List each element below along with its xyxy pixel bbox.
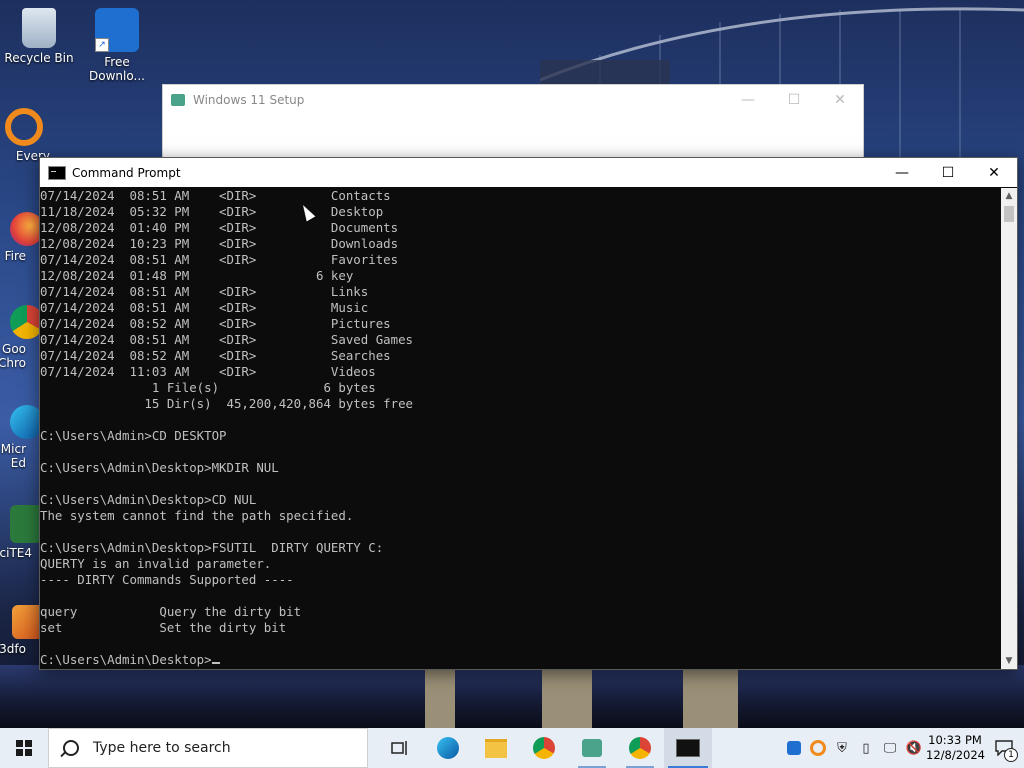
taskbar-chrome[interactable] bbox=[520, 728, 568, 768]
taskbar-command-prompt[interactable] bbox=[664, 728, 712, 768]
cmd-output-line: 07/14/2024 08:52 AM <DIR> Searches bbox=[40, 348, 391, 363]
desktop-icon-recycle-bin[interactable]: Recycle Bin bbox=[1, 8, 77, 65]
cmd-output-line: query Query the dirty bit bbox=[40, 604, 302, 619]
cmd-output-line: 12/08/2024 10:23 PM <DIR> Downloads bbox=[40, 236, 399, 251]
search-icon bbox=[63, 740, 79, 756]
tray-free-download-manager-icon[interactable] bbox=[782, 728, 806, 768]
text-cursor bbox=[211, 662, 220, 664]
scrollbar-thumb[interactable] bbox=[1004, 206, 1014, 222]
everything-search-icon bbox=[5, 108, 43, 146]
cmd-app-icon bbox=[48, 165, 66, 180]
cmd-output-line: 07/14/2024 11:03 AM <DIR> Videos bbox=[40, 364, 376, 379]
taskbar-clock[interactable]: 10:33 PM 12/8/2024 bbox=[926, 733, 985, 763]
scroll-up-arrow-icon[interactable]: ▲ bbox=[1001, 188, 1017, 204]
cmd-output-line: 07/14/2024 08:51 AM <DIR> Favorites bbox=[40, 252, 399, 267]
setup-maximize-button[interactable]: ☐ bbox=[771, 85, 817, 115]
desktop-icon-everything[interactable]: Every bbox=[0, 108, 62, 163]
cmd-vertical-scrollbar[interactable]: ▲ ▼ bbox=[1001, 188, 1017, 669]
cmd-output-line bbox=[40, 412, 1001, 428]
tray-network-icon[interactable]: 🖵 bbox=[878, 728, 902, 768]
windows-logo-icon bbox=[16, 740, 32, 756]
cmd-output-line: C:\Users\Admin\Desktop>FSUTIL DIRTY QUER… bbox=[40, 540, 384, 555]
command-prompt-window[interactable]: Command Prompt — ☐ ✕ 07/14/2024 08:51 AM… bbox=[39, 157, 1018, 670]
chrome-icon bbox=[533, 737, 555, 759]
tray-volume-muted-icon[interactable]: 🔇 bbox=[902, 728, 926, 768]
cmd-output-line: 07/14/2024 08:52 AM <DIR> Pictures bbox=[40, 316, 391, 331]
cmd-close-button[interactable]: ✕ bbox=[971, 158, 1017, 187]
cmd-title-bar[interactable]: Command Prompt — ☐ ✕ bbox=[40, 158, 1017, 187]
cmd-output-line bbox=[40, 444, 1001, 460]
start-button[interactable] bbox=[0, 728, 48, 768]
cmd-output-line: 11/18/2024 05:32 PM <DIR> Desktop bbox=[40, 204, 384, 219]
cmd-output-line: C:\Users\Admin\Desktop>MKDIR NUL bbox=[40, 460, 279, 475]
cmd-output-line: 1 File(s) 6 bytes bbox=[40, 380, 376, 395]
cmd-prompt: C:\Users\Admin\Desktop> bbox=[40, 652, 212, 667]
cmd-output-line: 07/14/2024 08:51 AM <DIR> Music bbox=[40, 300, 369, 315]
tray-security-shield-icon[interactable]: ⛨ bbox=[830, 728, 854, 768]
cmd-output-text: 07/14/2024 08:51 AM <DIR> Contacts 11/18/… bbox=[40, 188, 1001, 652]
recycle-bin-icon bbox=[22, 8, 56, 48]
cmd-output-line: ---- DIRTY Commands Supported ---- bbox=[40, 572, 294, 587]
cmd-output-line: 07/14/2024 08:51 AM <DIR> Saved Games bbox=[40, 332, 413, 347]
cmd-maximize-button[interactable]: ☐ bbox=[925, 158, 971, 187]
cmd-minimize-button[interactable]: — bbox=[879, 158, 925, 187]
setup-window-title: Windows 11 Setup bbox=[193, 93, 305, 107]
cmd-output-line: 12/08/2024 01:40 PM <DIR> Documents bbox=[40, 220, 399, 235]
cmd-output-line bbox=[40, 636, 1001, 652]
cmd-prompt-line[interactable]: C:\Users\Admin\Desktop> bbox=[40, 652, 1001, 668]
cmd-output-line bbox=[40, 524, 1001, 540]
cmd-window-title: Command Prompt bbox=[72, 165, 181, 180]
task-view-icon bbox=[391, 741, 407, 755]
cmd-output-line: set Set the dirty bit bbox=[40, 620, 287, 635]
cmd-output-line: The system cannot find the path specifie… bbox=[40, 508, 354, 523]
shortcut-arrow-icon: ↗ bbox=[95, 38, 109, 52]
taskbar-edge[interactable] bbox=[424, 728, 472, 768]
cmd-output-line: 15 Dir(s) 45,200,420,864 bytes free bbox=[40, 396, 413, 411]
setup-close-button[interactable]: ✕ bbox=[817, 85, 863, 115]
bridge-wallpaper-bottom bbox=[0, 665, 1024, 728]
chrome-icon bbox=[629, 737, 651, 759]
cmd-output-line: 07/14/2024 08:51 AM <DIR> Contacts bbox=[40, 188, 391, 203]
cmd-output-line: C:\Users\Admin\Desktop>CD NUL bbox=[40, 492, 257, 507]
taskbar-chrome-2[interactable] bbox=[616, 728, 664, 768]
cmd-output-line: QUERTY is an invalid parameter. bbox=[40, 556, 272, 571]
folder-icon bbox=[485, 738, 507, 758]
tray-usb-icon[interactable]: ▯ bbox=[854, 728, 878, 768]
taskbar-file-explorer[interactable] bbox=[472, 728, 520, 768]
task-view-button[interactable] bbox=[376, 728, 424, 768]
cmd-output-line bbox=[40, 476, 1001, 492]
scroll-down-arrow-icon[interactable]: ▼ bbox=[1001, 653, 1017, 669]
system-tray: ⛨ ▯ 🖵 🔇 10:33 PM 12/8/2024 1 bbox=[782, 728, 1024, 768]
notification-count-badge: 1 bbox=[1004, 748, 1018, 762]
taskbar-search-box[interactable]: Type here to search bbox=[48, 728, 368, 768]
setup-minimize-button[interactable]: — bbox=[725, 85, 771, 115]
free-download-manager-icon: ↗ bbox=[95, 8, 139, 52]
notification-center-button[interactable]: 1 bbox=[984, 728, 1024, 768]
cmd-console-area[interactable]: 07/14/2024 08:51 AM <DIR> Contacts 11/18/… bbox=[40, 188, 1001, 669]
setup-app-icon bbox=[171, 94, 185, 106]
desktop-icon-free-download-manager[interactable]: ↗ Free Downlo... bbox=[79, 8, 155, 83]
edge-icon bbox=[437, 737, 459, 759]
cmd-output-line bbox=[40, 588, 1001, 604]
cmd-app-icon bbox=[676, 739, 700, 757]
taskbar-windows-setup[interactable] bbox=[568, 728, 616, 768]
clock-time: 10:33 PM bbox=[928, 733, 982, 747]
cmd-output-line: 07/14/2024 08:51 AM <DIR> Links bbox=[40, 284, 369, 299]
setup-app-icon bbox=[582, 739, 602, 757]
search-placeholder: Type here to search bbox=[93, 740, 231, 756]
cmd-output-line: C:\Users\Admin>CD DESKTOP bbox=[40, 428, 227, 443]
clock-date: 12/8/2024 bbox=[926, 748, 985, 762]
tray-everything-icon[interactable] bbox=[806, 728, 830, 768]
scite-icon bbox=[10, 505, 42, 543]
cmd-output-line: 12/08/2024 01:48 PM 6 key bbox=[40, 268, 354, 283]
taskbar: Type here to search ⛨ ▯ 🖵 🔇 10:33 PM 12/… bbox=[0, 728, 1024, 768]
